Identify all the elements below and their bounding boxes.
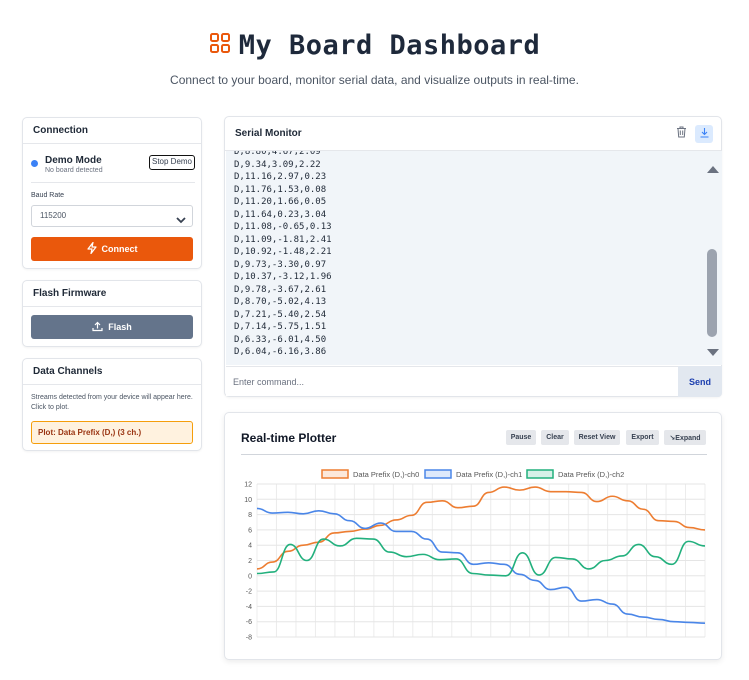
serial-line: D,11.20,1.66,0.05	[234, 197, 327, 207]
chevron-down-icon	[176, 212, 186, 232]
stop-demo-button[interactable]: Stop Demo	[149, 155, 195, 170]
plotter-panel: Real-time Plotter Pause Clear Reset View…	[224, 412, 722, 660]
y-tick-label: 2	[248, 558, 252, 565]
connection-heading: Connection	[23, 118, 201, 144]
serial-line: D,11.08,-0.65,0.13	[234, 222, 332, 232]
serial-line: D,11.09,-1.81,2.41	[234, 234, 332, 245]
flash-heading: Flash Firmware	[23, 281, 201, 307]
dashboard-logo-icon	[209, 32, 231, 59]
y-tick-label: 8	[248, 512, 252, 519]
demo-mode-subtitle: No board detected	[45, 167, 103, 174]
serial-line: D,6.33,-6.01,4.50	[234, 334, 327, 345]
page-title: My Board Dashboard	[238, 29, 541, 61]
demo-mode-title: Demo Mode	[45, 155, 102, 166]
y-tick-label: 0	[248, 573, 252, 580]
serial-line: D,9.73,-3.30,0.97	[234, 259, 327, 270]
serial-line: D,9.78,-3.67,2.61	[234, 284, 327, 295]
legend-swatch	[424, 469, 452, 479]
legend-swatch	[526, 469, 554, 479]
serial-line: D,9.34,3.09,2.22	[234, 159, 321, 170]
connect-button[interactable]: Connect	[31, 237, 193, 261]
page-header: My Board Dashboard Connect to your board…	[0, 28, 749, 88]
y-tick-label: -2	[246, 589, 252, 596]
serial-line: D,11.76,1.53,0.08	[234, 184, 327, 195]
serial-line: D,11.64,0.23,3.04	[234, 209, 327, 220]
serial-line: D,11.16,2.97,0.23	[234, 172, 327, 182]
y-tick-label: -8	[246, 635, 252, 642]
data-channels-panel: Data Channels Streams detected from your…	[22, 358, 202, 451]
serial-output: D,8.80,4.67,2.09 D,9.34,3.09,2.22 D,11.16,…	[226, 151, 704, 365]
connect-label: Connect	[101, 244, 138, 254]
y-tick-label: -4	[246, 604, 252, 611]
serial-scrollbar[interactable]	[704, 151, 722, 365]
serial-line: D,10.92,-1.48,2.21	[234, 247, 332, 257]
lightning-icon	[86, 241, 97, 256]
flash-label: Flash	[108, 322, 132, 332]
baud-rate-value: 115200	[40, 211, 67, 220]
serial-line: D,6.04,-6.16,3.86	[234, 347, 327, 357]
scroll-up-icon[interactable]	[706, 161, 720, 179]
legend-label: Data Prefix (D,)-ch0	[353, 470, 419, 479]
clear-log-button[interactable]	[672, 125, 690, 143]
series-line-ch2	[256, 537, 706, 577]
serial-monitor-heading: Serial Monitor	[225, 117, 721, 151]
legend-label: Data Prefix (D,)-ch1	[456, 470, 522, 479]
y-tick-label: 6	[248, 527, 252, 534]
data-channels-description: Streams detected from your device will a…	[31, 394, 193, 411]
serial-line: D,7.14,-5.75,1.51	[234, 322, 327, 332]
serial-line: D,8.80,4.67,2.09	[234, 151, 321, 157]
realtime-line-chart: 12 10 8 6 4 2 0 -2 -4 -6 -8 Data Prefix (D,)-ch0 Dat…	[244, 469, 706, 642]
baud-rate-label: Baud Rate	[31, 192, 65, 199]
download-log-button[interactable]	[695, 125, 713, 143]
serial-line: D,8.70,-5.02,4.13	[234, 297, 327, 307]
serial-monitor-panel: Serial Monitor D,8.80,4.67,2.09 D,9.34,3.…	[224, 116, 722, 397]
flash-button[interactable]: Flash	[31, 315, 193, 339]
page-subtitle: Connect to your board, monitor serial da…	[170, 73, 579, 87]
status-dot	[31, 160, 38, 167]
y-tick-label: 12	[244, 482, 252, 489]
baud-rate-select[interactable]: 115200	[31, 205, 193, 227]
scrollbar-thumb[interactable]	[707, 249, 717, 337]
connection-panel: Connection Demo Mode No board detected S…	[22, 117, 202, 269]
scroll-down-icon[interactable]	[706, 345, 720, 363]
data-channels-heading: Data Channels	[23, 359, 201, 385]
y-tick-label: 4	[248, 543, 252, 550]
flash-firmware-panel: Flash Firmware Flash	[22, 280, 202, 347]
command-input[interactable]	[226, 366, 678, 396]
serial-line: D,10.37,-3.12,1.96	[234, 272, 332, 282]
trash-icon	[676, 125, 687, 143]
demo-mode-status: Demo Mode No board detected Stop Demo	[31, 153, 195, 183]
send-button[interactable]: Send	[678, 366, 722, 397]
legend-swatch	[321, 469, 349, 479]
y-tick-label: 10	[244, 497, 252, 504]
y-tick-label: -6	[246, 619, 252, 626]
serial-line: D,7.21,-5.40,2.54	[234, 309, 327, 320]
channel-item[interactable]: Plot: Data Prefix (D,) (3 ch.)	[31, 421, 193, 444]
legend-label: Data Prefix (D,)-ch2	[558, 470, 624, 479]
download-icon	[699, 125, 710, 143]
upload-icon	[92, 321, 103, 334]
